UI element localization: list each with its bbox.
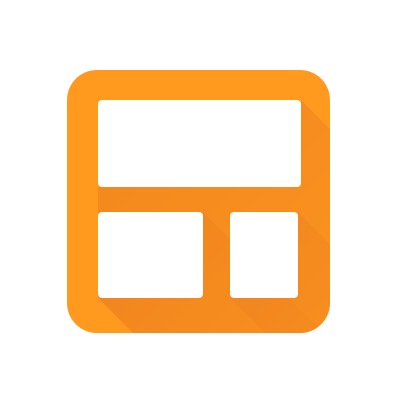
bottom-right-panel bbox=[230, 212, 298, 298]
dashboard-layout-icon bbox=[67, 70, 330, 333]
app-icon-canvas bbox=[0, 0, 400, 400]
top-panel bbox=[98, 100, 301, 187]
bottom-left-panel bbox=[98, 212, 203, 298]
